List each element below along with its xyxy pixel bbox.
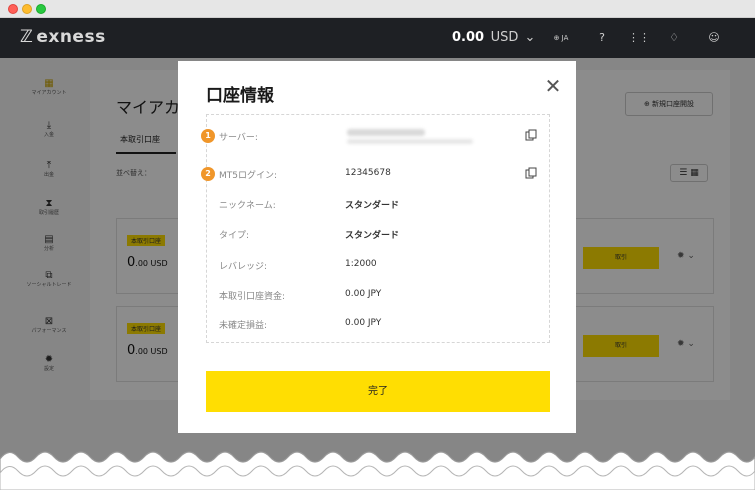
step-badge: 1 — [201, 129, 215, 143]
minimize-window-button[interactable] — [22, 4, 32, 14]
info-row-leverage: レバレッジ: 1:2000 — [207, 256, 551, 276]
account-info-box: 1 サーバー: 2 MT5ログイン: 12345678 ニックネーム: スタンダ… — [201, 114, 551, 343]
info-row-label: サーバー: — [219, 133, 258, 143]
info-row-funds: 本取引口座資金: 0.00 JPY — [207, 286, 551, 306]
info-row-label: ニックネーム: — [219, 201, 276, 211]
info-row-value: 0.00 JPY — [345, 289, 382, 299]
chevron-down-icon: ⌄ — [520, 30, 536, 45]
info-row-unrealized-pnl: 未確定損益: 0.00 JPY — [207, 315, 551, 335]
exness-logo[interactable]: ℤexness — [20, 27, 106, 47]
redacted-server-value — [347, 129, 425, 136]
info-row-login: 2 MT5ログイン: 12345678 — [201, 165, 551, 185]
app-window: ℤexness 0.00 USD ⌄ ⊕ JA ? ⋮⋮ ♢ ☺ ▦ マイアカウン… — [0, 0, 755, 490]
done-button[interactable]: 完了 — [206, 371, 550, 412]
info-row-value: スタンダード — [345, 201, 400, 211]
account-info-modal: 口座情報 ✕ 1 サーバー: 2 MT5ログイン: 12345678 ニックネー… — [178, 61, 576, 433]
info-row-value: 1:2000 — [345, 259, 377, 269]
user-icon[interactable]: ☺ — [706, 30, 722, 46]
copy-icon[interactable] — [525, 129, 537, 141]
logo-mark-icon: ℤ — [20, 27, 34, 47]
info-row-label: 本取引口座資金: — [219, 292, 286, 302]
help-icon[interactable]: ? — [594, 30, 610, 46]
apps-grid-icon[interactable]: ⋮⋮ — [628, 30, 650, 46]
close-icon[interactable]: ✕ — [544, 76, 562, 96]
window-titlebar — [0, 0, 755, 18]
bell-icon[interactable]: ♢ — [666, 30, 682, 46]
info-row-value: 12345678 — [345, 168, 391, 178]
info-row-value: スタンダード — [345, 231, 400, 241]
modal-title: 口座情報 — [206, 86, 274, 106]
info-row-label: MT5ログイン: — [219, 171, 278, 181]
close-window-button[interactable] — [8, 4, 18, 14]
step-badge: 2 — [201, 167, 215, 181]
info-row-nickname: ニックネーム: スタンダード — [207, 195, 551, 215]
torn-edge-decoration — [0, 451, 755, 490]
app-header: ℤexness 0.00 USD ⌄ ⊕ JA ? ⋮⋮ ♢ ☺ — [0, 18, 755, 58]
balance-currency: USD — [490, 30, 519, 45]
balance-display[interactable]: 0.00 USD ⌄ — [452, 30, 535, 45]
copy-icon[interactable] — [525, 167, 537, 179]
info-row-label: レバレッジ: — [219, 262, 268, 272]
info-row-label: 未確定損益: — [219, 321, 268, 331]
info-row-label: タイプ: — [219, 231, 250, 241]
info-row-value: 0.00 JPY — [345, 318, 382, 328]
redacted-server-value — [347, 139, 473, 144]
info-row-type: タイプ: スタンダード — [207, 225, 551, 245]
globe-icon[interactable]: ⊕ JA — [548, 30, 574, 46]
logo-text: exness — [36, 27, 106, 47]
info-row-server: 1 サーバー: — [201, 127, 551, 147]
maximize-window-button[interactable] — [36, 4, 46, 14]
language-code: JA — [561, 34, 569, 42]
balance-amount: 0.00 — [452, 30, 485, 45]
